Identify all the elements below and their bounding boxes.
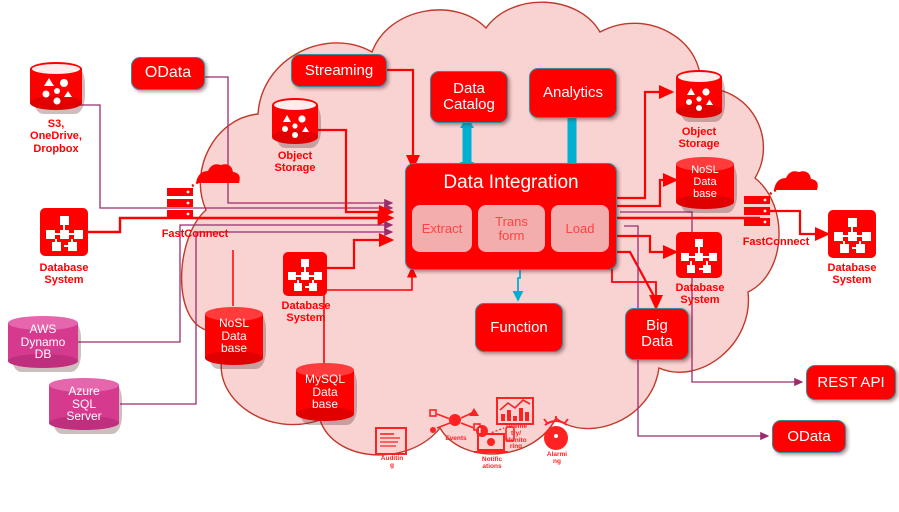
- fastconnect-right-label: FastConnect: [742, 236, 810, 248]
- database-system-cloud-right-icon: [676, 232, 722, 278]
- object-storage-left-cylinder: [272, 98, 321, 148]
- aws-dynamodb-cylinder: AWS Dynamo DB: [8, 316, 81, 372]
- database-system-cloud-right-label: Database System: [675, 282, 725, 307]
- s3-onedrive-dropbox-label: S3, OneDrive, Dropbox: [30, 118, 82, 155]
- events-label: Events: [445, 435, 467, 442]
- big-data-box[interactable]: Big Data: [625, 308, 689, 360]
- etl-transform-box[interactable]: Trans form: [478, 205, 545, 252]
- nosql-right-label: NoSL Data base: [691, 164, 719, 200]
- odata-left-box[interactable]: OData: [131, 57, 205, 90]
- database-system-right-icon: [828, 210, 876, 258]
- mysql-cylinder: MySQL Data base: [296, 363, 357, 425]
- data-integration-title: Data Integration: [443, 172, 579, 193]
- function-box[interactable]: Function: [475, 303, 563, 352]
- odata-right-box[interactable]: OData: [772, 420, 846, 453]
- object-storage-left-label: Object Storage: [274, 150, 316, 175]
- azure-sql-label: Azure SQL Server: [66, 383, 102, 424]
- database-system-left-label: Database System: [39, 262, 89, 287]
- nosql-left-label: NoSL Data base: [218, 315, 250, 356]
- database-system-left-icon: [40, 208, 88, 256]
- database-system-right-label: Database System: [827, 262, 877, 287]
- diagram-canvas: S3, OneDrive, Dropbox OData Database Sys…: [0, 0, 899, 512]
- etl-load-box[interactable]: Load: [551, 205, 609, 252]
- mysql-label: MySQL Data base: [304, 371, 345, 412]
- s3-onedrive-dropbox-cylinder: [30, 62, 85, 114]
- object-storage-right-cylinder: [676, 70, 725, 122]
- telemetry-monitoring-label: Teleme try/ Monito ring: [505, 423, 527, 451]
- etl-extract-box[interactable]: Extract: [412, 205, 472, 252]
- fastconnect-left-label: FastConnect: [161, 228, 229, 240]
- aws-dynamodb-label: AWS Dynamo DB: [20, 321, 66, 362]
- alarming-label: Alarmi ng: [546, 451, 568, 465]
- streaming-box[interactable]: Streaming: [291, 54, 387, 87]
- object-storage-right-label: Object Storage: [678, 126, 720, 151]
- analytics-box[interactable]: Analytics: [529, 68, 617, 118]
- azure-sql-cylinder: Azure SQL Server: [49, 378, 122, 434]
- nosql-right-cylinder: NoSL Data base: [676, 157, 737, 213]
- nosql-left-cylinder: NoSL Data base: [205, 307, 266, 369]
- auditing-label: Auditin g: [380, 455, 404, 469]
- database-system-center-label: Database System: [281, 300, 331, 325]
- rest-api-box[interactable]: REST API: [806, 365, 896, 400]
- notifications-label: Notific ations: [481, 456, 503, 470]
- database-system-center-icon: [283, 252, 327, 296]
- data-catalog-box[interactable]: Data Catalog: [430, 71, 508, 123]
